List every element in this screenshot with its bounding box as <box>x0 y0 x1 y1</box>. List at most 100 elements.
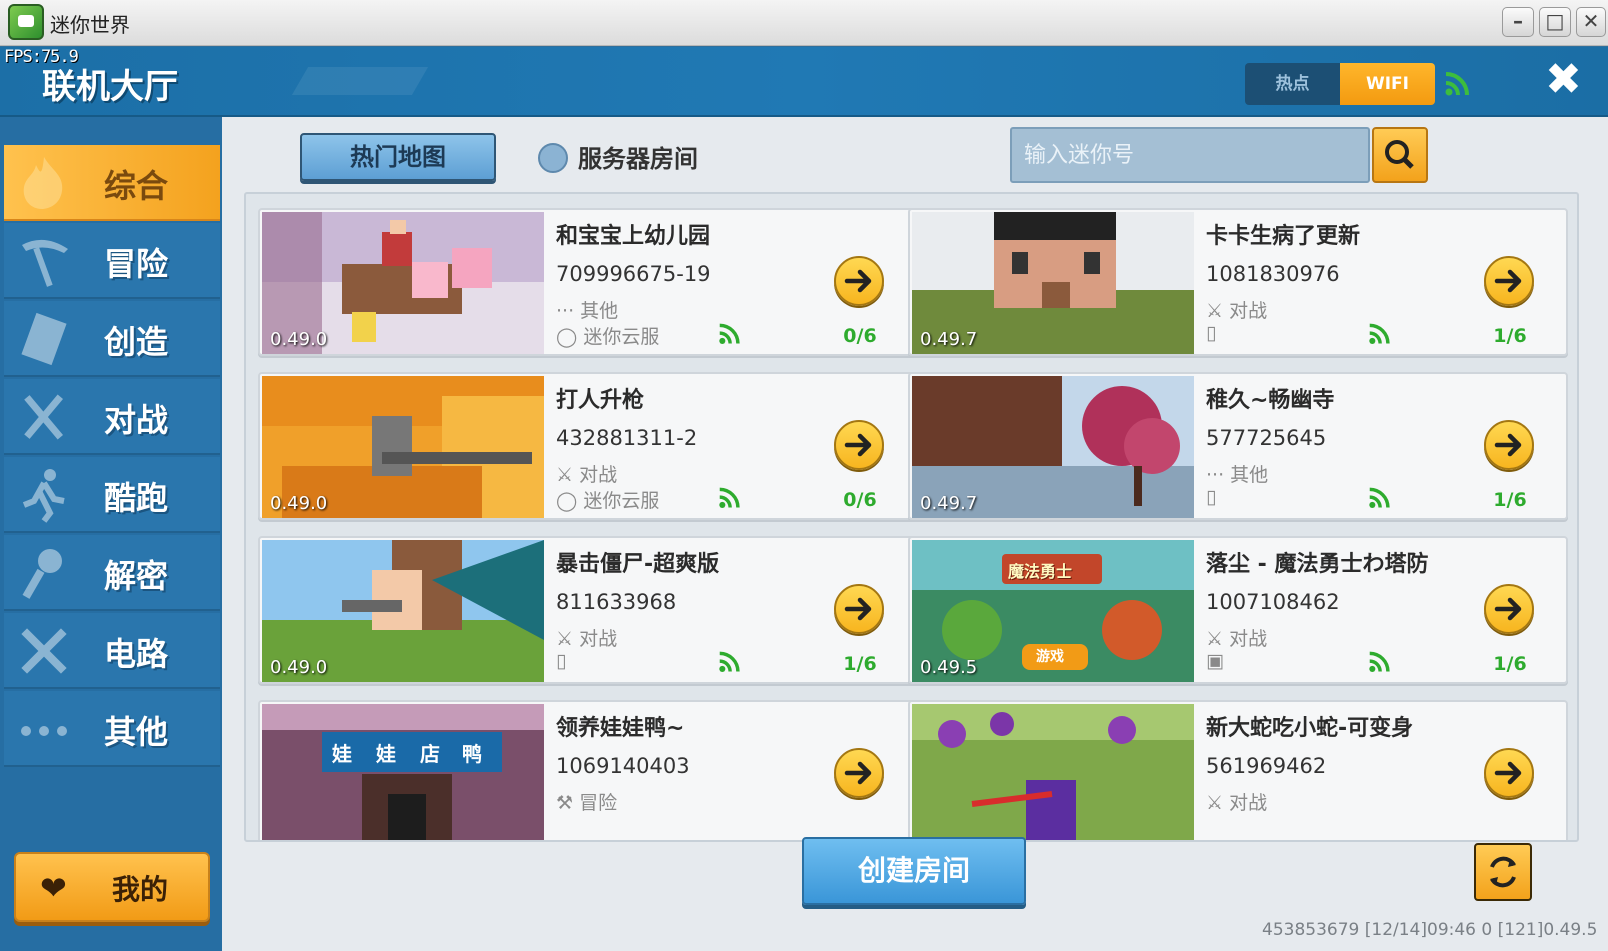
room-thumbnail: 0.49.0 <box>262 212 544 354</box>
window-title: 迷你世界 <box>50 13 130 37</box>
signal-icon <box>719 323 740 344</box>
room-type: ⚔ 对战 <box>1206 628 1268 650</box>
close-icon[interactable]: ✖ <box>1545 55 1582 105</box>
heart-icon: ❤ <box>40 869 67 907</box>
room-version: 0.49.7 <box>920 493 978 514</box>
sidebar-item-adventure[interactable]: 冒险 <box>4 223 220 299</box>
join-room-button[interactable] <box>834 256 884 306</box>
phone-icon: ▯ <box>1206 486 1217 508</box>
sidebar-item-parkour[interactable]: 酷跑 <box>4 457 220 533</box>
search-input[interactable] <box>1024 129 1354 181</box>
room-id: 1081830976 <box>1206 262 1340 286</box>
join-room-button[interactable] <box>1484 748 1534 798</box>
category-sidebar: 综合 冒险 创造 对战 酷跑 解密 电路 其他 ❤ 我的 <box>0 117 222 951</box>
sidebar-item-general[interactable]: 综合 <box>4 145 220 221</box>
room-title: 暴击僵尸-超爽版 <box>556 552 720 577</box>
room-version: 0.49.0 <box>270 493 328 514</box>
player-count: 0/6 <box>843 325 877 347</box>
room-card[interactable]: 魔法勇士 游戏 0.49.5 落尘 - 魔法勇士わ塔防 1007108462 ⚔… <box>908 536 1568 684</box>
block-icon <box>21 312 67 366</box>
room-thumbnail: 娃 娃 店 鸭 <box>262 704 544 840</box>
arrow-right-icon <box>1494 761 1522 785</box>
signal-icon <box>1369 487 1390 508</box>
room-title: 领养娃娃鸭~ <box>556 716 685 741</box>
flame-icon <box>23 157 63 209</box>
join-room-button[interactable] <box>1484 584 1534 634</box>
player-count: 0/6 <box>843 489 877 511</box>
sidebar-item-label: 解密 <box>104 557 169 595</box>
room-device: ▯ <box>1206 322 1216 344</box>
arrow-right-icon <box>844 597 872 621</box>
sidebar-item-other[interactable]: 其他 <box>4 691 220 767</box>
swords-icon <box>24 394 64 440</box>
sidebar-item-circuit[interactable]: 电路 <box>4 613 220 689</box>
thumb-badge-text: 游戏 <box>1036 649 1064 665</box>
maximize-button[interactable]: □ <box>1539 7 1571 37</box>
room-version: 0.49.0 <box>270 657 328 678</box>
cloud-icon: ◯ <box>556 326 584 348</box>
lobby-header: FPS:75.9 联机大厅 热点 WIFI ✖ <box>0 47 1608 117</box>
sidebar-item-label: 电路 <box>104 635 169 673</box>
swords-icon: ⚔ <box>1206 792 1230 814</box>
wifi-tab[interactable]: WIFI <box>1340 63 1435 105</box>
footer-info: 453853679 [12/14]09:46 0 [121]0.49.5 <box>1262 920 1598 940</box>
thumb-title-text: 魔法勇士 <box>1008 562 1073 581</box>
player-count: 1/6 <box>1493 325 1527 347</box>
join-room-button[interactable] <box>834 584 884 634</box>
room-id: 1007108462 <box>1206 590 1340 614</box>
sidebar-item-puzzle[interactable]: 解密 <box>4 535 220 611</box>
minimize-button[interactable]: – <box>1502 7 1534 37</box>
room-id: 709996675-19 <box>556 262 711 286</box>
key-icon <box>22 549 62 599</box>
signal-icon <box>1369 323 1390 344</box>
arrow-right-icon <box>844 269 872 293</box>
room-card[interactable]: 0.49.7 卡卡生病了更新 1081830976 ⚔ 对战 ▯ 1/6 <box>908 208 1568 356</box>
join-room-button[interactable] <box>1484 256 1534 306</box>
hotspot-tab[interactable]: 热点 <box>1245 63 1340 105</box>
room-card[interactable]: 0.49.7 稚久~畅幽寺 577725645 ··· 其他 ▯ 1/6 <box>908 372 1568 520</box>
room-card[interactable]: 0.49.0 暴击僵尸-超爽版 811633968 ⚔ 对战 ▯ 1/6 <box>258 536 918 684</box>
tab-hot-maps[interactable]: 热门地图 <box>300 133 496 181</box>
header-decoration <box>291 67 429 95</box>
room-card[interactable]: 0.49.0 和宝宝上幼儿园 709996675-19 ··· 其他 ◯ 迷你云… <box>258 208 918 356</box>
refresh-button[interactable] <box>1474 843 1532 901</box>
room-type: ⚔ 对战 <box>1206 300 1268 322</box>
room-card[interactable]: 0.49.0 打人升枪 432881311-2 ⚔ 对战 ◯ 迷你云服 0/6 <box>258 372 918 520</box>
room-title: 落尘 - 魔法勇士わ塔防 <box>1206 552 1429 577</box>
pickaxe-icon <box>22 239 68 287</box>
room-server: ◯ 迷你云服 <box>556 326 660 348</box>
room-card[interactable]: 娃 娃 店 鸭 领养娃娃鸭~ 1069140403 ⚒ 冒险 <box>258 700 918 840</box>
runner-icon <box>22 469 65 523</box>
room-device: ▯ <box>1206 486 1216 508</box>
room-card[interactable]: 新大蛇吃小蛇-可变身 561969462 ⚔ 对战 <box>908 700 1568 840</box>
wifi-signal-icon <box>1445 72 1469 96</box>
more-icon: ··· <box>1206 464 1231 486</box>
window-close-button[interactable]: ✕ <box>1576 7 1606 37</box>
arrow-right-icon <box>1494 433 1522 457</box>
phone-icon: ▯ <box>556 650 567 672</box>
refresh-icon <box>1490 856 1516 888</box>
player-count: 1/6 <box>1493 489 1527 511</box>
thumb-sign-char: 娃 <box>376 742 396 766</box>
signal-icon <box>1369 651 1390 672</box>
create-room-button[interactable]: 创建房间 <box>802 837 1026 905</box>
join-room-button[interactable] <box>834 420 884 470</box>
more-icon: ··· <box>556 300 581 322</box>
sidebar-item-create[interactable]: 创造 <box>4 301 220 377</box>
room-id: 811633968 <box>556 590 677 614</box>
room-id: 432881311-2 <box>556 426 698 450</box>
search-button[interactable] <box>1372 127 1428 183</box>
room-thumbnail: 魔法勇士 游戏 0.49.5 <box>912 540 1194 682</box>
my-rooms-button[interactable]: ❤ 我的 <box>14 852 210 922</box>
signal-icon <box>719 487 740 508</box>
room-thumbnail: 0.49.0 <box>262 540 544 682</box>
join-room-button[interactable] <box>834 748 884 798</box>
room-type: ⚒ 冒险 <box>556 792 618 814</box>
room-type: ⚔ 对战 <box>556 464 618 486</box>
join-room-button[interactable] <box>1484 420 1534 470</box>
sidebar-item-battle[interactable]: 对战 <box>4 379 220 455</box>
signal-icon <box>719 651 740 672</box>
sidebar-item-label: 冒险 <box>104 245 169 283</box>
server-rooms-radio[interactable] <box>538 143 568 173</box>
swords-icon: ⚔ <box>1206 300 1230 322</box>
